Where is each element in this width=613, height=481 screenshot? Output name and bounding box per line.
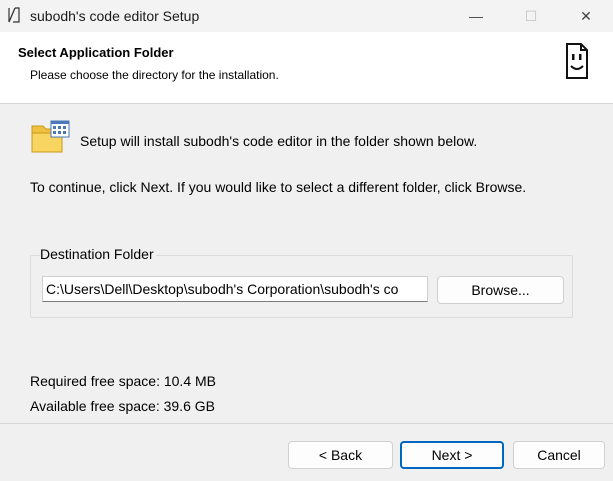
maximize-button: ☐	[508, 0, 554, 32]
browse-button[interactable]: Browse...	[437, 276, 564, 304]
title-bar: subodh's code editor Setup — ☐ ✕	[0, 0, 613, 32]
intro-text: Setup will install subodh's code editor …	[80, 133, 478, 149]
continue-instructions: To continue, click Next. If you would li…	[30, 179, 527, 195]
close-button[interactable]: ✕	[563, 0, 609, 32]
app-icon	[8, 7, 20, 23]
back-button[interactable]: < Back	[288, 441, 393, 469]
minimize-button[interactable]: —	[453, 0, 499, 32]
maximize-icon: ☐	[524, 7, 538, 24]
destination-path-input[interactable]	[42, 276, 428, 302]
window-title: subodh's code editor Setup	[30, 8, 200, 24]
minimize-icon: —	[469, 8, 483, 24]
required-space-text: Required free space: 10.4 MB	[30, 373, 216, 389]
next-button[interactable]: Next >	[400, 441, 504, 469]
page-title: Select Application Folder	[18, 45, 174, 60]
destination-folder-label: Destination Folder	[40, 246, 156, 262]
cancel-button[interactable]: Cancel	[513, 441, 605, 469]
wizard-header: Select Application Folder Please choose …	[0, 32, 613, 104]
smiley-document-icon	[566, 43, 588, 79]
close-icon: ✕	[580, 7, 592, 24]
footer-divider	[0, 423, 613, 424]
folder-icon	[31, 120, 70, 153]
available-space-text: Available free space: 39.6 GB	[30, 398, 215, 414]
page-subtitle: Please choose the directory for the inst…	[30, 68, 279, 82]
